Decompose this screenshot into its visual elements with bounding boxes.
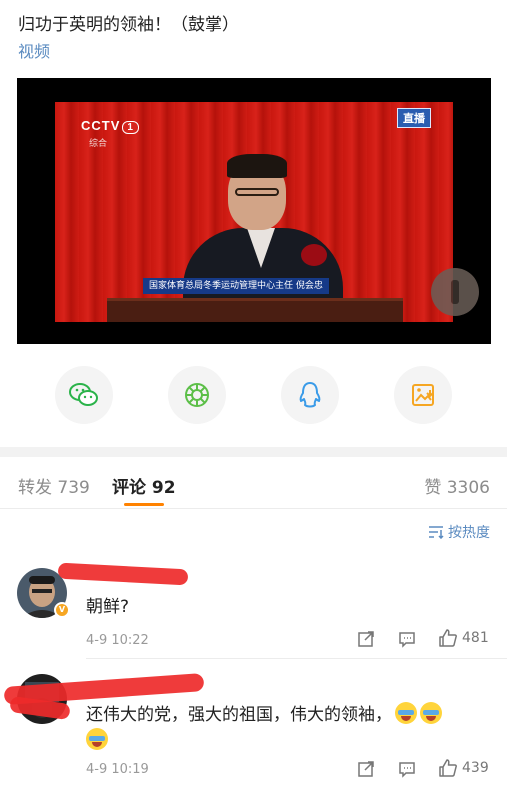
thumbs-up-icon <box>439 629 457 647</box>
channel-sub: 综合 <box>89 139 108 149</box>
video-link[interactable]: 视频 <box>18 40 50 64</box>
share-bar <box>0 366 507 426</box>
share-wechat-button[interactable] <box>55 366 113 424</box>
sort-by-hot-button[interactable]: 按热度 <box>428 522 490 542</box>
save-image-icon <box>412 384 434 406</box>
crying-emoji-icon <box>86 728 108 750</box>
comment-text: 还伟大的党，强大的祖国，伟大的领袖， <box>86 702 491 754</box>
floating-thumbnail[interactable] <box>431 268 479 316</box>
reply-comment-button[interactable] <box>398 760 416 778</box>
channel-logo: CCTV 1 <box>81 118 139 134</box>
sort-label: 按热度 <box>448 525 490 541</box>
like-count: 439 <box>462 760 489 776</box>
share-comment-button[interactable] <box>357 760 375 778</box>
like-count: 481 <box>462 630 489 646</box>
share-moments-button[interactable] <box>168 366 226 424</box>
comment-time: 4-9 10:22 <box>86 633 149 648</box>
sort-icon <box>429 526 444 539</box>
tab-likes[interactable]: 赞 3306 <box>424 473 490 498</box>
video-player[interactable]: CCTV 1 综合 直播 国家体育总局冬季运动管理中心主任 倪会忠 <box>17 78 491 344</box>
share-comment-button[interactable] <box>357 630 375 648</box>
section-divider <box>0 447 507 457</box>
comment-divider <box>86 658 507 659</box>
redaction-mark <box>57 562 189 586</box>
like-comment-button[interactable]: 439 <box>438 758 489 778</box>
comment-item: V 朝鲜? 4-9 10:22 481 <box>0 560 507 660</box>
comment-text: 朝鲜? <box>86 597 130 617</box>
like-comment-button[interactable]: 481 <box>438 628 489 648</box>
tab-bar: 转发 739 评论 92 赞 3306 <box>0 457 507 509</box>
comment-icon <box>399 632 415 648</box>
comment-icon <box>399 762 415 778</box>
post-text: 归功于英明的领袖！（鼓掌） <box>18 15 239 35</box>
save-image-button[interactable] <box>394 366 452 424</box>
podium <box>107 298 403 322</box>
video-caption: 国家体育总局冬季运动管理中心主任 倪会忠 <box>143 278 329 294</box>
reply-comment-button[interactable] <box>398 630 416 648</box>
active-tab-indicator <box>124 503 164 506</box>
crying-emoji-icon <box>420 702 442 724</box>
crying-emoji-icon <box>395 702 417 724</box>
comment-text-body: 还伟大的党，强大的祖国，伟大的领袖， <box>86 705 392 725</box>
share-icon <box>358 761 374 777</box>
share-icon <box>358 631 374 647</box>
video-frame: CCTV 1 综合 直播 国家体育总局冬季运动管理中心主任 倪会忠 <box>55 102 453 322</box>
comment-time: 4-9 10:19 <box>86 762 149 777</box>
wechat-icon <box>69 383 98 406</box>
share-qq-button[interactable] <box>281 366 339 424</box>
tab-comments[interactable]: 评论 92 <box>112 473 176 498</box>
tab-repost[interactable]: 转发 739 <box>18 473 90 498</box>
moments-icon <box>185 383 209 407</box>
live-badge: 直播 <box>397 108 431 128</box>
thumbs-up-icon <box>439 759 457 777</box>
comment-item: 还伟大的党，强大的祖国，伟大的领袖， 4-9 10:19 439 <box>0 664 507 800</box>
verified-badge-icon: V <box>54 602 70 618</box>
qq-icon <box>299 382 321 408</box>
